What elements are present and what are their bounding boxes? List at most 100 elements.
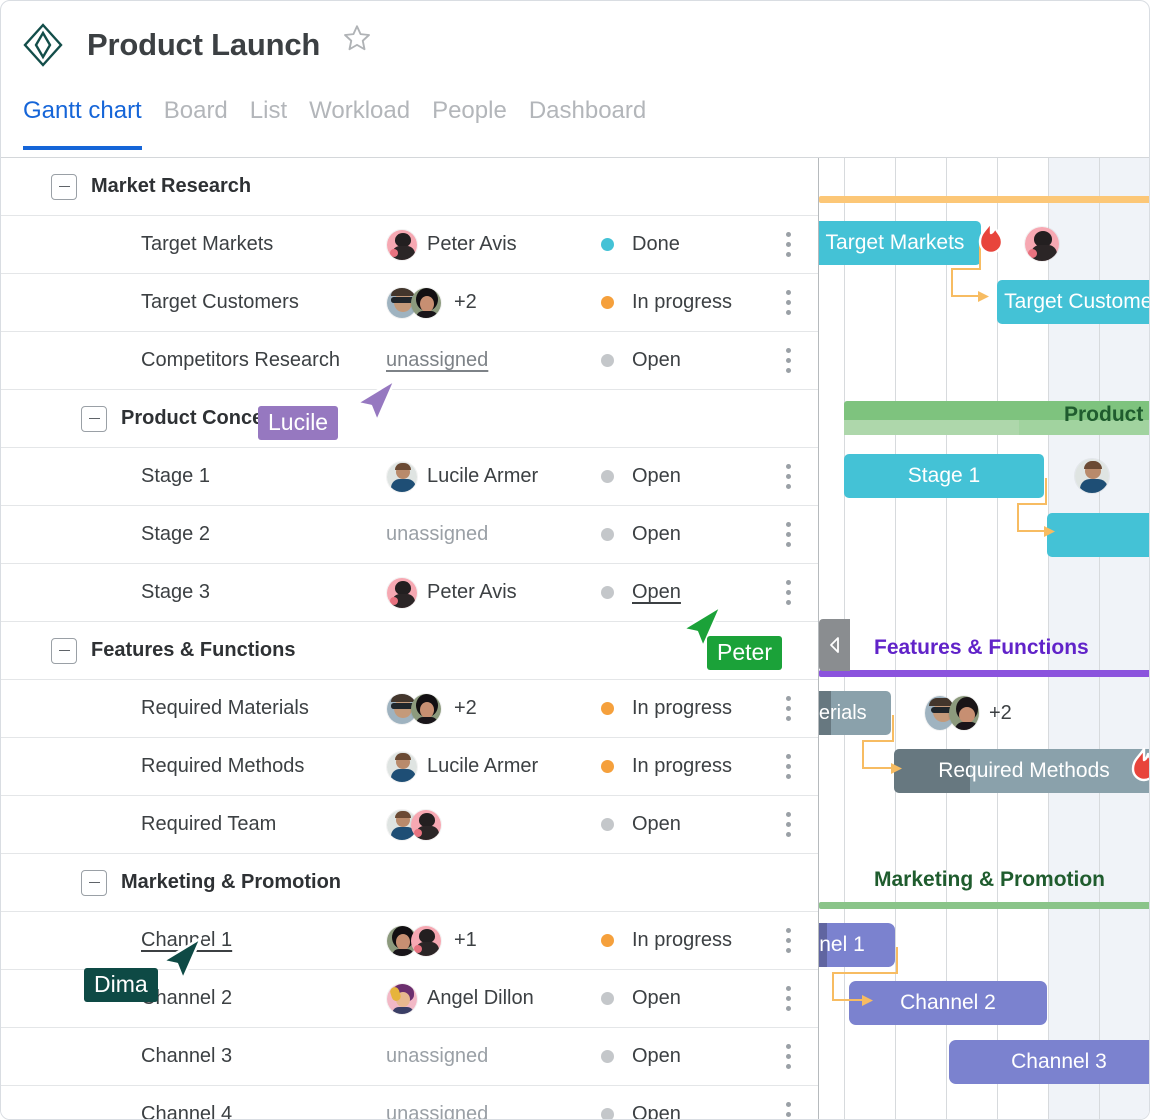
status-cell[interactable]: Open: [601, 1045, 681, 1068]
status-label[interactable]: In progress: [632, 929, 732, 952]
status-cell[interactable]: Open: [601, 987, 681, 1010]
kebab-menu-icon[interactable]: [786, 928, 791, 953]
kebab-menu-icon[interactable]: [786, 290, 791, 315]
status-label[interactable]: In progress: [632, 291, 732, 314]
gantt-bar-required-materials[interactable]: terials: [819, 691, 891, 735]
status-cell[interactable]: Open: [601, 581, 681, 604]
status-label[interactable]: Open: [632, 1045, 681, 1068]
status-label[interactable]: Open: [632, 581, 681, 604]
status-cell[interactable]: Open: [601, 813, 681, 836]
status-label[interactable]: In progress: [632, 697, 732, 720]
collapse-minus-icon[interactable]: [81, 870, 107, 896]
table-row[interactable]: Stage 2 unassigned Open: [1, 506, 818, 564]
status-label[interactable]: Open: [632, 349, 681, 372]
status-cell[interactable]: Open: [601, 1103, 681, 1120]
assignee-unassigned[interactable]: unassigned: [386, 523, 488, 546]
task-name[interactable]: Required Materials: [141, 697, 309, 720]
summary-bar-market-research[interactable]: [819, 196, 1149, 203]
status-cell[interactable]: In progress: [601, 929, 732, 952]
task-name[interactable]: Stage 1: [141, 465, 210, 488]
gantt-bar-channel-2[interactable]: Channel 2: [849, 981, 1047, 1025]
task-name[interactable]: Channel 3: [141, 1045, 232, 1068]
group-row[interactable]: Market Research: [1, 158, 818, 216]
table-row[interactable]: Required Team Open: [1, 796, 818, 854]
task-name[interactable]: Channel 4: [141, 1103, 232, 1120]
group-row[interactable]: Product Concept: [1, 390, 818, 448]
assignee-cell[interactable]: Peter Avis: [386, 229, 517, 261]
table-row[interactable]: Competitors Research unassigned Open: [1, 332, 818, 390]
status-cell[interactable]: In progress: [601, 291, 732, 314]
assignee-cell[interactable]: unassigned: [386, 1045, 488, 1068]
task-name[interactable]: Target Markets: [141, 233, 273, 256]
assignee-name[interactable]: Lucile Armer: [427, 755, 538, 778]
kebab-menu-icon[interactable]: [786, 696, 791, 721]
gantt-bar-target-customers[interactable]: Target Customers: [997, 280, 1149, 324]
task-name[interactable]: Required Methods: [141, 755, 304, 778]
gantt-bar-channel-3[interactable]: Channel 3: [949, 1040, 1149, 1084]
gantt-bar-required-methods[interactable]: Required Methods: [894, 749, 1149, 793]
collapse-minus-icon[interactable]: [51, 174, 77, 200]
collapse-panel-handle[interactable]: [819, 619, 850, 671]
gantt-bar-channel-1[interactable]: nel 1: [819, 923, 895, 967]
status-label[interactable]: Open: [632, 813, 681, 836]
status-label[interactable]: Open: [632, 465, 681, 488]
table-row[interactable]: Channel 1 +1In progress: [1, 912, 818, 970]
kebab-menu-icon[interactable]: [786, 986, 791, 1011]
assignee-name[interactable]: Lucile Armer: [427, 465, 538, 488]
table-row[interactable]: Required Methods Lucile Armer In progress: [1, 738, 818, 796]
status-cell[interactable]: Done: [601, 233, 680, 256]
status-label[interactable]: Done: [632, 233, 680, 256]
status-label[interactable]: Open: [632, 1103, 681, 1120]
assignee-cell[interactable]: unassigned: [386, 1103, 488, 1120]
task-name[interactable]: Required Team: [141, 813, 276, 836]
gantt-bar-target-markets[interactable]: Target Markets: [819, 221, 981, 265]
table-row[interactable]: Channel 3 unassigned Open: [1, 1028, 818, 1086]
assignee-cell[interactable]: unassigned: [386, 523, 488, 546]
assignee-name[interactable]: Peter Avis: [427, 233, 517, 256]
assignee-cell[interactable]: Lucile Armer: [386, 751, 538, 783]
tab-gantt-chart[interactable]: Gantt chart: [23, 93, 164, 125]
collapse-minus-icon[interactable]: [51, 638, 77, 664]
status-cell[interactable]: In progress: [601, 697, 732, 720]
assignee-cell[interactable]: +2: [386, 693, 477, 725]
assignee-cell[interactable]: Angel Dillon: [386, 983, 534, 1015]
assignee-name[interactable]: Angel Dillon: [427, 987, 534, 1010]
kebab-menu-icon[interactable]: [786, 464, 791, 489]
task-name[interactable]: Competitors Research: [141, 349, 340, 372]
gantt-chart-pane[interactable]: Target Markets: [819, 158, 1149, 1119]
status-label[interactable]: In progress: [632, 755, 732, 778]
kebab-menu-icon[interactable]: [786, 812, 791, 837]
status-cell[interactable]: Open: [601, 465, 681, 488]
status-cell[interactable]: Open: [601, 523, 681, 546]
tab-workload[interactable]: Workload: [309, 93, 432, 125]
assignee-cell[interactable]: +2: [386, 287, 477, 319]
table-row[interactable]: Channel 4 unassigned Open: [1, 1086, 818, 1120]
task-name[interactable]: Target Customers: [141, 291, 299, 314]
assignee-unassigned[interactable]: unassigned: [386, 349, 488, 372]
kebab-menu-icon[interactable]: [786, 1044, 791, 1069]
table-row[interactable]: Target Customers +2 In progress: [1, 274, 818, 332]
tab-dashboard[interactable]: Dashboard: [529, 93, 668, 125]
kebab-menu-icon[interactable]: [786, 580, 791, 605]
assignee-unassigned[interactable]: unassigned: [386, 1045, 488, 1068]
tab-people[interactable]: People: [432, 93, 529, 125]
gantt-bar-stage-2[interactable]: Stage 2: [1047, 513, 1149, 557]
assignee-cell[interactable]: unassigned: [386, 349, 488, 372]
tab-board[interactable]: Board: [164, 93, 250, 125]
status-label[interactable]: Open: [632, 987, 681, 1010]
assignee-cell[interactable]: +1: [386, 925, 477, 957]
gantt-bar-stage-1[interactable]: Stage 1: [844, 454, 1044, 498]
task-name[interactable]: Stage 2: [141, 523, 210, 546]
status-cell[interactable]: Open: [601, 349, 681, 372]
kebab-menu-icon[interactable]: [786, 232, 791, 257]
group-row[interactable]: Marketing & Promotion: [1, 854, 818, 912]
kebab-menu-icon[interactable]: [786, 754, 791, 779]
assignee-unassigned[interactable]: unassigned: [386, 1103, 488, 1120]
assignee-cell[interactable]: [386, 809, 442, 841]
status-label[interactable]: Open: [632, 523, 681, 546]
collapse-minus-icon[interactable]: [81, 406, 107, 432]
assignee-name[interactable]: Peter Avis: [427, 581, 517, 604]
assignee-cell[interactable]: Peter Avis: [386, 577, 517, 609]
table-row[interactable]: Stage 1 Lucile Armer Open: [1, 448, 818, 506]
status-cell[interactable]: In progress: [601, 755, 732, 778]
